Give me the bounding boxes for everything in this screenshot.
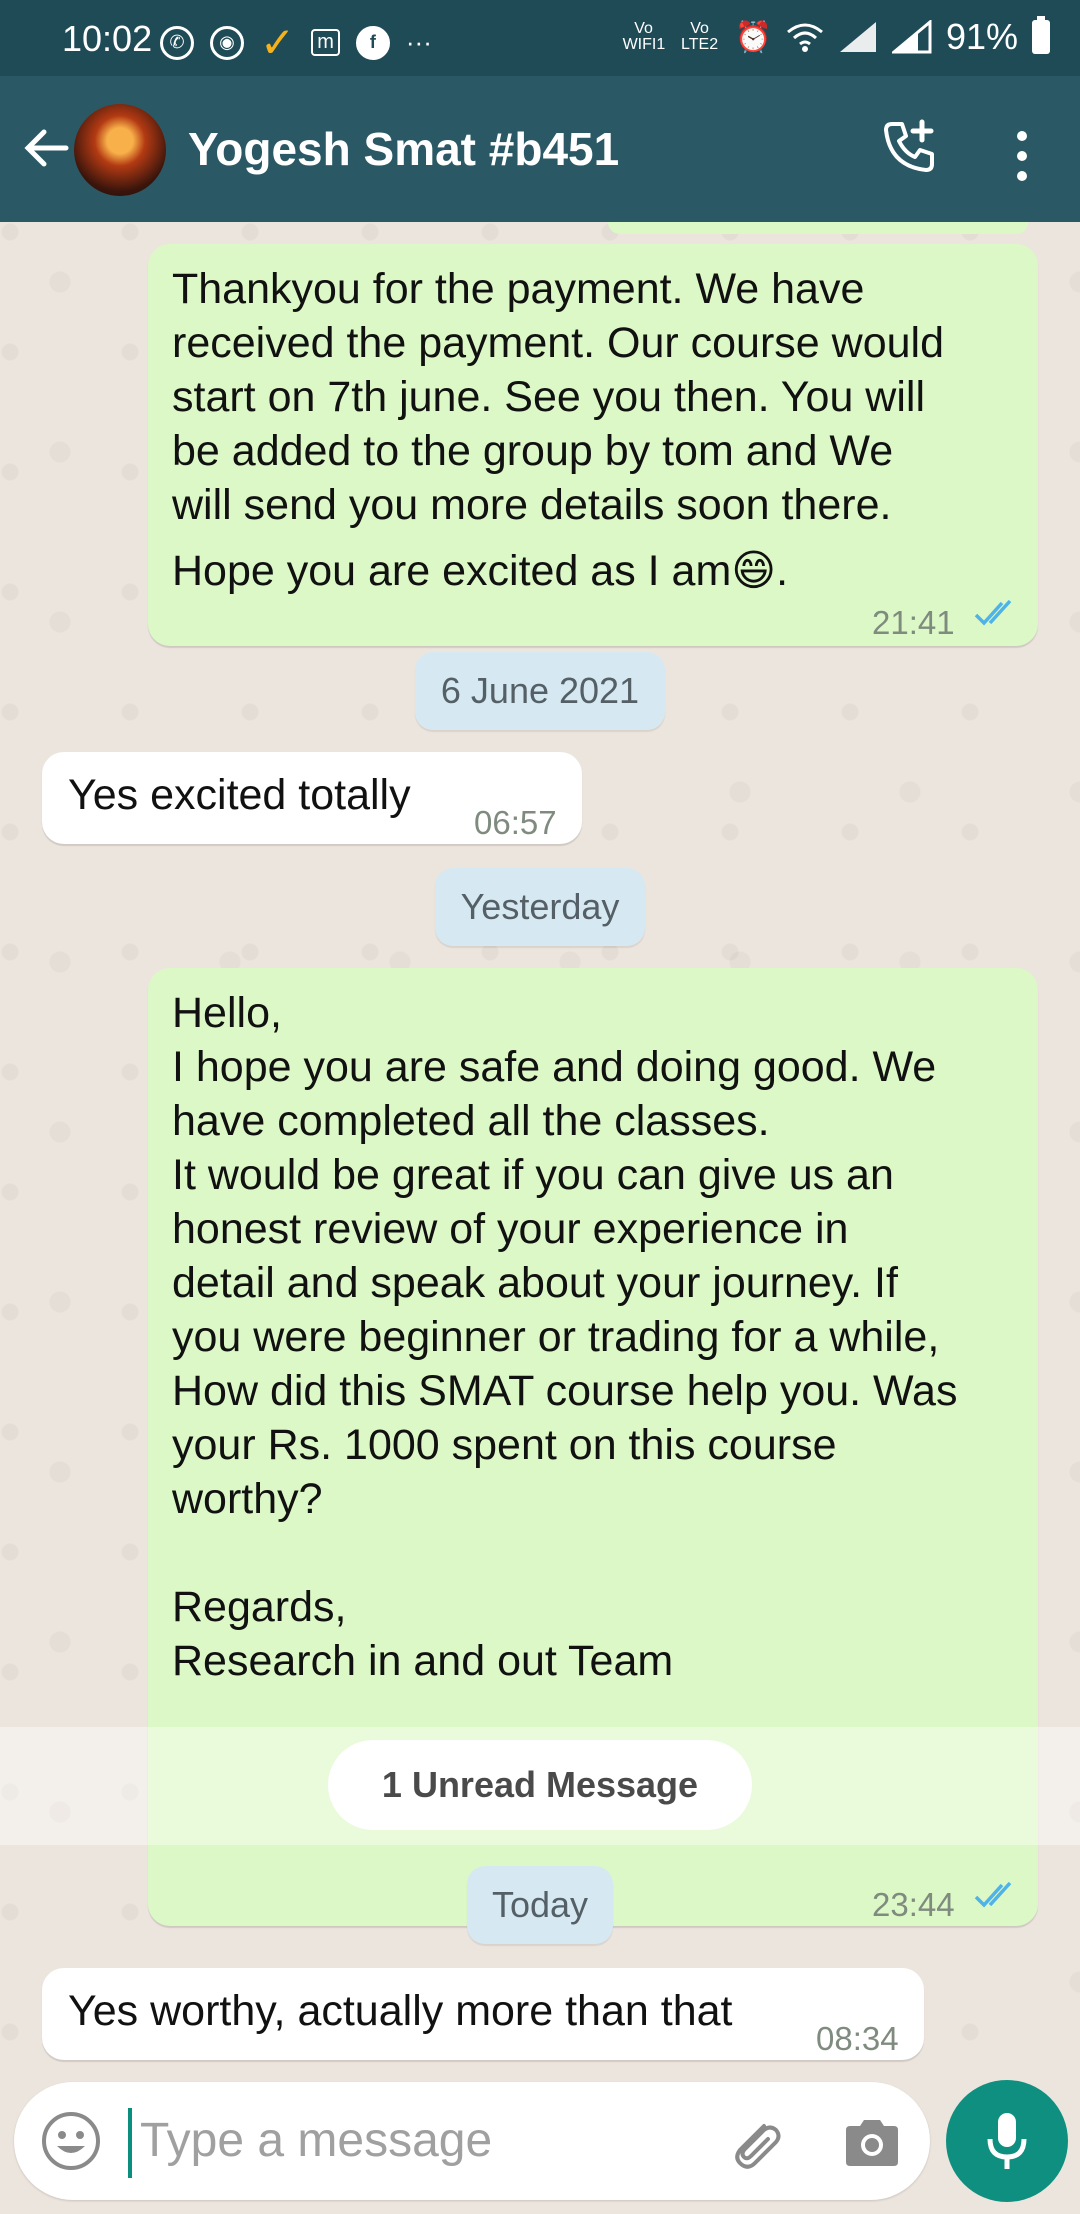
message-line: start on 7th june. See you then. You wil… [172,373,926,421]
facebook-notification-icon: f [355,25,390,60]
add-call-icon[interactable] [878,118,938,178]
signal-1-icon [839,22,876,52]
message-line: be added to the group by tom and We [172,427,894,475]
whatsapp-notification-icon: ✆ [160,25,194,60]
message-line-blank [172,1526,1014,1580]
signal-2-icon [891,20,932,54]
message-text: Yes excited totally [68,771,411,819]
emoji-icon[interactable] [40,2110,102,2172]
wifi-icon [786,23,823,52]
message-line: Research in and out Team [172,1637,674,1685]
status-time: 10:02 [62,18,153,59]
read-receipt-icon [974,1881,1012,1908]
date-separator: Yesterday [435,868,645,946]
message-input[interactable] [138,2112,702,2169]
outgoing-message[interactable]: Thankyou for the payment. We have receiv… [148,244,1038,646]
message-line: Hope you are excited as I am😄. [172,547,789,595]
back-arrow-icon[interactable] [20,122,72,174]
incoming-message[interactable]: Yes excited totally 06:57 [42,752,582,844]
message-line: detail and speak about your journey. If [172,1259,898,1307]
date-separator: Today [467,1866,613,1944]
check-notification-icon: ✓ [260,19,296,66]
contact-avatar[interactable] [74,104,166,196]
message-line: your Rs. 1000 spent on this course [172,1421,837,1469]
vowifi-indicator: Vo WIFI1 [622,20,666,53]
incoming-message[interactable]: Yes worthy, actually more than that 08:3… [42,1968,924,2060]
chat-area[interactable]: Thankyou for the payment. We have receiv… [0,222,1080,2082]
message-line: will send you more details soon there. [172,481,892,529]
more-notifications-icon: ··· [405,27,432,57]
message-time: 06:57 [474,804,557,841]
unread-count-label: 1 Unread Message [328,1740,752,1830]
message-time: 21:41 [872,604,955,641]
message-line: worthy? [172,1475,323,1523]
battery-icon [1032,16,1050,54]
message-line: It would be great if you can give us an [172,1151,894,1199]
message-text: Yes worthy, actually more than that [68,1987,733,2035]
text-cursor [128,2108,132,2178]
voice-record-button[interactable] [946,2080,1068,2202]
message-line: honest review of your experience in [172,1205,849,1253]
message-composer [14,2082,930,2200]
message-line: I hope you are safe and doing good. We [172,1043,937,1091]
status-bar: 10:02 ✆ ◉ ✓ m f ··· Vo WIFI1 Vo LTE2 ⏰ 9… [0,0,1080,76]
previous-message-edge [608,222,1028,234]
message-line: Regards, [172,1583,347,1631]
message-line: received the payment. Our course would [172,319,945,367]
battery-percent: 91% [945,16,1018,57]
read-receipt-icon [974,599,1012,626]
message-line: you were beginner or trading for a while… [172,1313,940,1361]
app-notification-icon: ◉ [210,25,244,60]
attach-icon[interactable] [724,2112,788,2176]
message-time: 08:34 [816,2020,899,2057]
message-time: 23:44 [872,1886,955,1923]
message-notification-icon: m [311,29,340,56]
microphone-icon [987,2113,1027,2169]
alarm-icon: ⏰ [734,20,772,54]
more-options-icon[interactable] [1010,128,1034,184]
volte-indicator: Vo LTE2 [681,20,719,53]
message-line: have completed all the classes. [172,1097,770,1145]
unread-banner: 1 Unread Message [0,1727,1080,1845]
contact-name[interactable]: Yogesh Smat #b451 [188,122,619,176]
date-separator: 6 June 2021 [415,652,665,730]
message-line: Thankyou for the payment. We have [172,265,865,313]
camera-icon[interactable] [842,2116,902,2168]
message-line: Hello, [172,989,282,1037]
message-line: How did this SMAT course help you. Was [172,1367,958,1415]
chat-header: Yogesh Smat #b451 [0,76,1080,222]
